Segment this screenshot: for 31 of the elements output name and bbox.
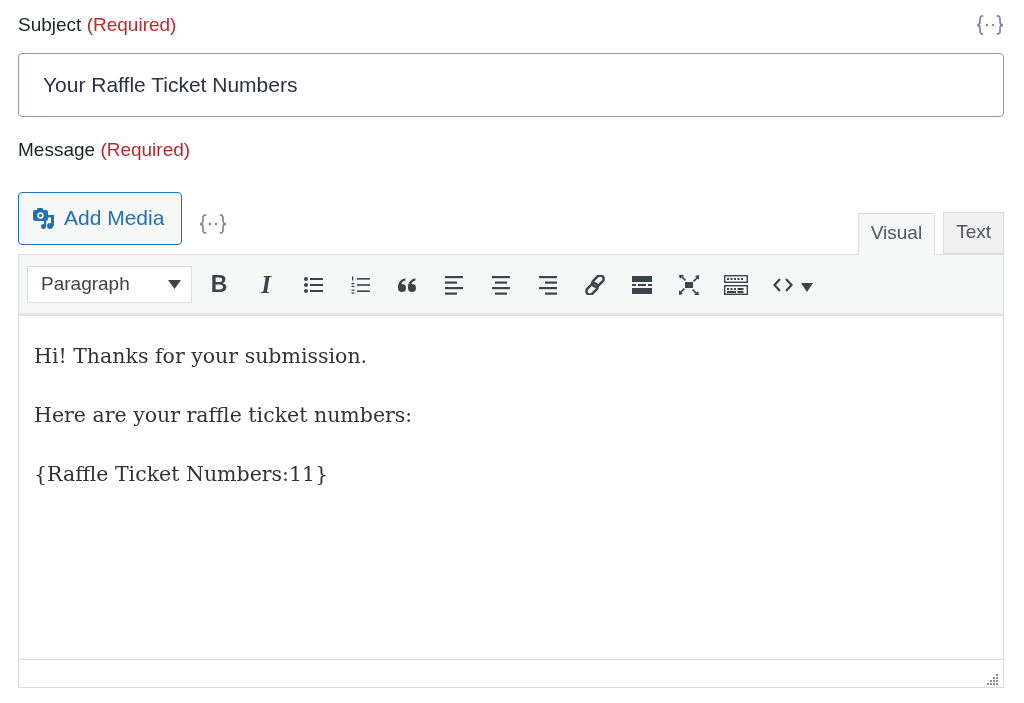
page-break-icon <box>632 274 652 295</box>
link-icon <box>585 274 605 295</box>
body-text: {Raffle Ticket Numbers:11} <box>34 460 330 488</box>
caret-icon <box>801 282 813 292</box>
add-media-button[interactable]: Add Media <box>18 191 182 245</box>
code-icon <box>773 277 793 292</box>
media-icon <box>32 206 56 230</box>
align-left-icon <box>444 274 464 295</box>
caret-icon <box>168 280 181 289</box>
resize-handle-icon[interactable] <box>987 673 998 685</box>
body-text: Hi! Thanks for your submission. <box>34 342 369 370</box>
align-right-icon <box>538 274 558 295</box>
field-label: Subject (Required) <box>18 13 177 37</box>
braces-icon <box>976 15 1004 35</box>
format-select[interactable]: Paragraph <box>27 266 192 303</box>
field-label: Message (Required) <box>18 138 191 162</box>
editor-tab[interactable]: Visual <box>857 212 936 255</box>
subject-input[interactable]: Your Raffle Ticket Numbers <box>18 53 1004 117</box>
align-center-icon <box>491 274 511 295</box>
smart-tag-button[interactable] <box>976 15 1004 35</box>
keyboard-icon <box>724 274 748 295</box>
bullet-list-icon <box>303 274 323 295</box>
braces-icon <box>199 213 227 234</box>
italic-button[interactable]: I <box>246 264 286 305</box>
smart-tag-button[interactable] <box>199 213 227 234</box>
numbered-list-icon <box>350 274 370 295</box>
editor-field[interactable]: Hi! Thanks for your submission. Here are your raffle ticket numbers: {Raffle Ticket Numbers:11} <box>18 315 1004 659</box>
body-text: Here are your raffle ticket numbers: <box>34 401 414 429</box>
editor-tab[interactable]: Text <box>943 211 1004 254</box>
bold-button[interactable]: B <box>199 264 239 305</box>
fullscreen-icon <box>679 274 699 295</box>
